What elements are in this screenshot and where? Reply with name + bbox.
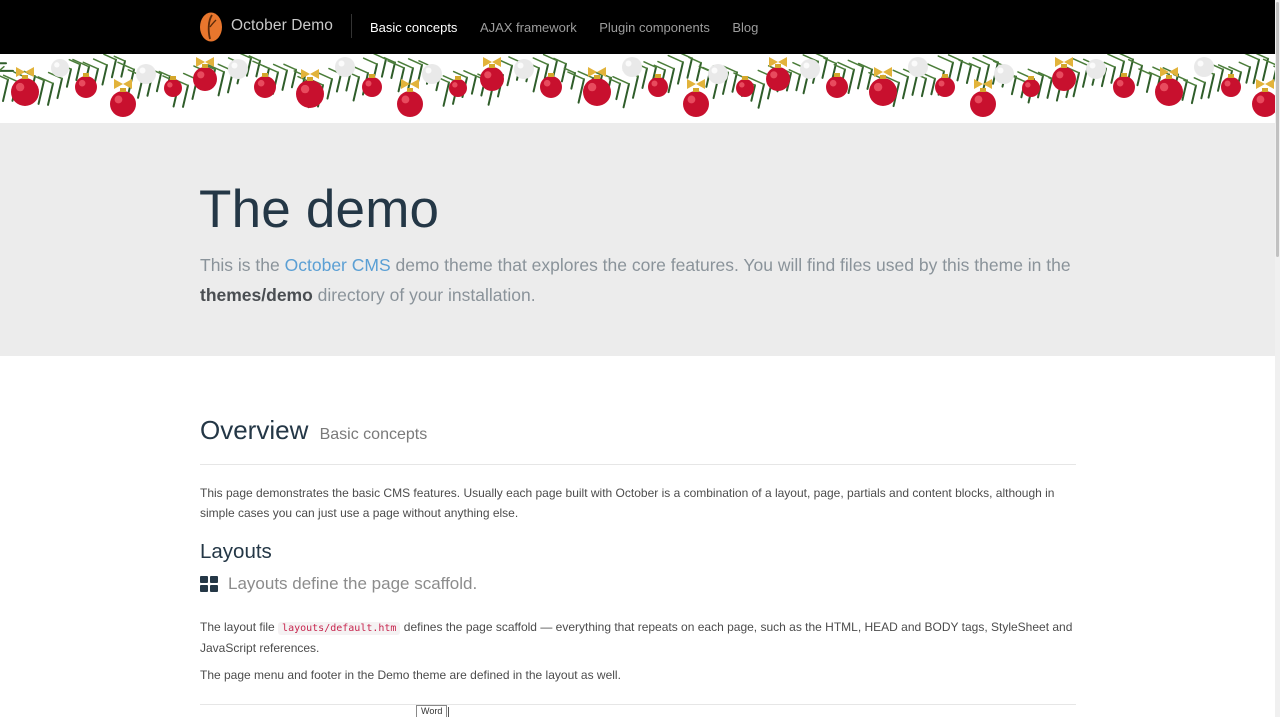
nav-menu: Basic concepts AJAX framework Plugin com…: [370, 0, 781, 54]
layouts-divider: [200, 704, 1076, 705]
word-tooltip: Word: [416, 705, 448, 717]
page-scrollbar[interactable]: [1275, 0, 1280, 717]
layouts-paragraph-1: The layout file layouts/default.htm defi…: [200, 618, 1076, 658]
layouts-heading: Layouts: [200, 540, 272, 563]
brand-name: October Demo: [231, 17, 333, 34]
nav-link-plugin-components[interactable]: Plugin components: [599, 20, 710, 35]
garland-illustration: [0, 54, 1275, 117]
overview-divider: [200, 464, 1076, 465]
nav-divider: [351, 14, 352, 38]
october-cms-link[interactable]: October CMS: [285, 255, 391, 275]
top-navbar: October Demo Basic concepts AJAX framewo…: [0, 0, 1275, 54]
overview-subtitle: Basic concepts: [319, 426, 428, 443]
text-cursor: [448, 707, 449, 717]
overview-title: Overview: [200, 415, 309, 445]
october-logo-icon: [200, 12, 222, 41]
layouts-paragraph-2: The page menu and footer in the Demo the…: [200, 668, 621, 682]
nav-link-ajax-framework[interactable]: AJAX framework: [480, 20, 577, 35]
lead-text-start: This is the: [200, 255, 285, 275]
nav-link-basic-concepts[interactable]: Basic concepts: [370, 20, 457, 35]
layouts-tagline-text: Layouts define the page scaffold.: [228, 574, 478, 593]
page-title: The demo: [199, 180, 440, 239]
layouts-p1-start: The layout file: [200, 620, 279, 634]
grid-icon: [200, 576, 218, 592]
lead-text-middle: demo theme that explores the core featur…: [390, 255, 1071, 275]
hero-jumbotron: The demo This is the October CMS demo th…: [0, 123, 1275, 356]
theme-path: themes/demo: [200, 285, 313, 305]
overview-intro: This page demonstrates the basic CMS fea…: [200, 486, 1055, 520]
nav-link-blog[interactable]: Blog: [732, 20, 758, 35]
christmas-garland-banner: [0, 54, 1275, 123]
layouts-tagline: Layouts define the page scaffold.: [200, 574, 477, 594]
scrollbar-thumb[interactable]: [1276, 2, 1279, 257]
hero-lead: This is the October CMS demo theme that …: [200, 250, 1080, 310]
layout-file-code: layouts/default.htm: [278, 622, 401, 635]
brand-link[interactable]: October Demo: [199, 11, 333, 41]
lead-text-end: directory of your installation.: [312, 285, 536, 305]
overview-heading: Overview Basic concepts: [200, 415, 427, 446]
